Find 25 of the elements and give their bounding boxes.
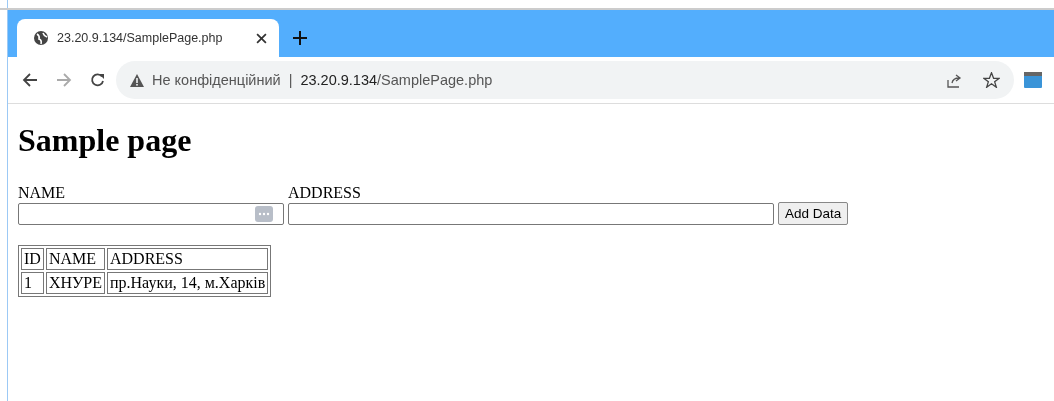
close-icon[interactable] [256,32,267,44]
url-text: 23.20.9.134/SamplePage.php [300,72,494,88]
add-data-button[interactable]: Add Data [778,202,849,225]
table-cell: 1 [21,272,44,294]
table-header: ID [21,248,44,270]
table-cell: ХНУРЕ [45,272,105,294]
table-header: ADDRESS [107,248,269,270]
field-label: NAME [18,183,67,203]
star-icon[interactable] [983,72,1000,88]
input-field[interactable] [288,203,774,225]
address-bar[interactable]: Не конфіденційний | 23.20.9.134/SamplePage.php [116,61,1014,99]
separator: | [288,72,293,88]
back-arrow-icon[interactable] [22,72,38,88]
warning-icon [130,73,144,87]
table-header: NAME [45,248,105,270]
table-cell: пр.Науки, 14, м.Харків [107,272,269,294]
globe-icon [33,30,49,46]
tab-title: 23.20.9.134/SamplePage.php [57,31,224,45]
reload-icon[interactable] [90,72,106,88]
browser-tab[interactable]: 23.20.9.134/SamplePage.php [17,19,279,57]
field-label: ADDRESS [288,183,362,203]
share-icon[interactable] [947,72,963,88]
page-heading: Sample page [18,122,193,159]
security-label: Не конфіденційний [152,72,281,88]
input-field[interactable] [18,203,284,225]
